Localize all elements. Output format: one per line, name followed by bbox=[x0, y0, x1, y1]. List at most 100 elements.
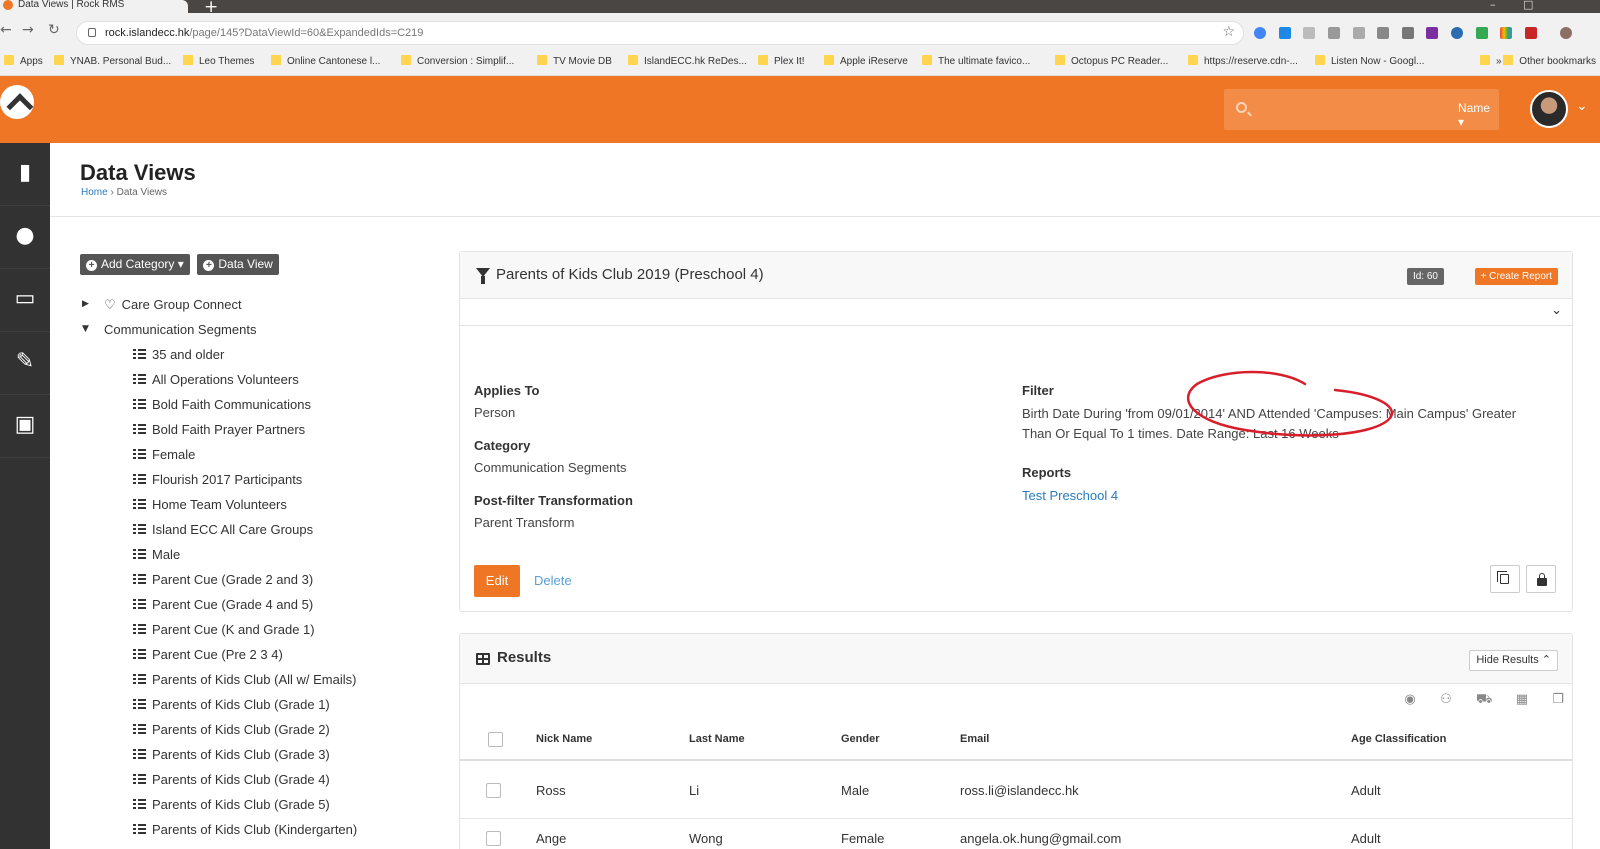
list-icon bbox=[133, 674, 146, 685]
delete-button[interactable]: Delete bbox=[534, 573, 572, 588]
results-panel: Results Hide Results ⌃ ◉ ⚇ ⛟ ▦ ❐ Nick Na… bbox=[459, 633, 1573, 849]
plus-icon: + bbox=[86, 260, 97, 271]
pdf-extension-icon[interactable] bbox=[1524, 27, 1537, 39]
security-button[interactable] bbox=[1526, 565, 1556, 593]
add-category-button[interactable]: + Add Category ▾ bbox=[80, 254, 190, 275]
maximize-icon[interactable]: □ bbox=[1523, 0, 1533, 11]
excel-icon[interactable]: ▦ bbox=[1514, 693, 1530, 707]
tree-item-label: Parents of Kids Club (Grade 5) bbox=[152, 797, 330, 812]
browser-tab[interactable]: Data Views | Rock RMS bbox=[0, 0, 188, 13]
breadcrumb-home[interactable]: Home bbox=[81, 187, 108, 198]
address-bar[interactable]: rock.islandecc.hk/page/145?DataViewId=60… bbox=[76, 21, 1244, 45]
postfilter-value: Parent Transform bbox=[474, 515, 575, 530]
report-link[interactable]: Test Preschool 4 bbox=[1022, 488, 1118, 503]
row-checkbox[interactable] bbox=[486, 783, 501, 798]
clip-extension-icon[interactable] bbox=[1377, 27, 1390, 39]
app-header: Name ▾ ⌄ bbox=[0, 76, 1600, 143]
bookmark-cantonese[interactable]: Online Cantonese l... bbox=[271, 55, 380, 67]
chevron-down-icon[interactable]: ⌄ bbox=[1551, 303, 1562, 318]
table-cell: ross.li@islandecc.hk bbox=[960, 783, 1079, 798]
minimize-icon[interactable]: – bbox=[1490, 0, 1496, 11]
palette-extension-icon[interactable] bbox=[1500, 27, 1513, 39]
bookmark-conversion[interactable]: Conversion : Simplif... bbox=[401, 55, 514, 67]
communicate-icon[interactable]: ◉ bbox=[1402, 693, 1418, 707]
bookmark-star-icon[interactable]: ☆ bbox=[1222, 24, 1235, 40]
bookmark-tv-movie-db[interactable]: TV Movie DB bbox=[537, 55, 612, 67]
hide-results-button[interactable]: Hide Results ⌃ bbox=[1469, 650, 1558, 671]
add-dataview-button[interactable]: + Data View bbox=[197, 254, 279, 275]
url-text: rock.islandecc.hk/page/145?DataViewId=60… bbox=[105, 27, 424, 39]
tree-item-label: Island ECC All Care Groups bbox=[152, 522, 314, 537]
column-last-name[interactable]: Last Name bbox=[689, 733, 745, 745]
group-icon[interactable]: ⚇ bbox=[1438, 693, 1454, 707]
bookmark-reserve-cdn[interactable]: https://reserve.cdn-... bbox=[1188, 55, 1298, 67]
search-type-dropdown[interactable]: Name ▾ bbox=[1458, 101, 1499, 129]
lock-icon bbox=[1537, 573, 1547, 586]
column-email[interactable]: Email bbox=[960, 733, 989, 745]
bookmark-ynab[interactable]: YNAB. Personal Bud... bbox=[54, 55, 171, 67]
check-extension-icon[interactable] bbox=[1278, 27, 1291, 39]
table-cell: Female bbox=[841, 831, 885, 846]
shield-extension-icon[interactable] bbox=[1303, 27, 1316, 39]
table-icon bbox=[476, 653, 490, 665]
caret-right-icon[interactable]: ▶ bbox=[82, 292, 89, 317]
bookmark-leo-themes[interactable]: Leo Themes bbox=[183, 55, 254, 67]
rock-logo-icon[interactable] bbox=[0, 85, 34, 119]
gear-extension-icon[interactable] bbox=[1327, 27, 1340, 39]
bookmark-apple-ireserve[interactable]: Apple iReserve bbox=[824, 55, 908, 67]
list-icon bbox=[133, 824, 146, 835]
tab-title: Data Views | Rock RMS bbox=[18, 0, 125, 10]
truck-icon[interactable]: ⛟ bbox=[1476, 693, 1492, 707]
column-nick-name[interactable]: Nick Name bbox=[536, 733, 592, 745]
bookmark-plex[interactable]: Plex It! bbox=[758, 55, 805, 67]
applies-to-value: Person bbox=[474, 405, 516, 420]
grammar-extension-icon[interactable] bbox=[1451, 27, 1463, 39]
chrome-extension-icon[interactable] bbox=[1254, 27, 1266, 39]
person-icon[interactable]: ● bbox=[0, 206, 50, 269]
forward-icon[interactable]: → bbox=[22, 22, 34, 38]
bookmark-apps[interactable]: Apps bbox=[4, 55, 43, 67]
money-icon[interactable]: ▭ bbox=[0, 269, 50, 332]
edit-button[interactable]: Edit bbox=[474, 565, 520, 597]
column-gender[interactable]: Gender bbox=[841, 733, 880, 745]
search-input[interactable] bbox=[1256, 98, 1406, 120]
box-extension-icon[interactable] bbox=[1401, 27, 1414, 39]
create-report-button[interactable]: + Create Report bbox=[1474, 268, 1558, 285]
copy-button[interactable] bbox=[1490, 565, 1520, 593]
profile-icon[interactable] bbox=[1559, 27, 1572, 39]
header-divider bbox=[460, 759, 1572, 761]
onenote-extension-icon[interactable] bbox=[1426, 27, 1439, 39]
reload-icon[interactable]: ↻ bbox=[48, 22, 60, 38]
postfilter-label: Post-filter Transformation bbox=[474, 493, 633, 508]
bookmark-listen-now[interactable]: Listen Now - Googl... bbox=[1315, 55, 1424, 67]
briefcase-icon[interactable]: ▣ bbox=[0, 395, 50, 458]
row-checkbox[interactable] bbox=[486, 831, 501, 846]
wrench-icon[interactable]: ✎ bbox=[0, 332, 50, 395]
table-cell: Adult bbox=[1351, 831, 1381, 846]
list-icon bbox=[133, 649, 146, 660]
plus-extension-icon[interactable] bbox=[1475, 27, 1488, 39]
merge-icon[interactable]: ❐ bbox=[1550, 693, 1566, 707]
breadcrumb-current: Data Views bbox=[116, 187, 167, 198]
bookmark-islandecc[interactable]: IslandECC.hk ReDes... bbox=[628, 55, 747, 67]
bookmark-octopus[interactable]: Octopus PC Reader... bbox=[1055, 55, 1168, 67]
other-bookmarks[interactable]: Other bookmarks bbox=[1503, 55, 1596, 67]
bookmark-favicon[interactable]: The ultimate favico... bbox=[922, 55, 1030, 67]
tree-item-label: Male bbox=[152, 547, 181, 562]
table-cell: Ange bbox=[536, 831, 567, 846]
chevron-down-icon[interactable]: ⌄ bbox=[1576, 98, 1588, 114]
column-age-classification[interactable]: Age Classification bbox=[1351, 733, 1446, 745]
filter-value: Birth Date During 'from 09/01/2014' AND … bbox=[1022, 406, 1517, 441]
filter-label: Filter bbox=[1022, 383, 1054, 398]
book-icon[interactable]: ▮ bbox=[0, 143, 50, 206]
caret-down-icon[interactable]: ▼ bbox=[82, 317, 89, 342]
camera-extension-icon[interactable] bbox=[1352, 27, 1365, 39]
bookmarks-overflow-icon[interactable]: » bbox=[1480, 55, 1502, 67]
list-icon bbox=[133, 774, 146, 785]
avatar[interactable] bbox=[1530, 90, 1568, 128]
tree-item-label: Parents of Kids Club (Grade 4) bbox=[152, 772, 330, 787]
tree-item-label: Parent Cue (K and Grade 1) bbox=[152, 622, 315, 637]
back-icon[interactable]: ← bbox=[0, 22, 12, 38]
select-all-checkbox[interactable] bbox=[488, 732, 503, 747]
tree-item-label: Flourish 2017 Participants bbox=[152, 472, 303, 487]
